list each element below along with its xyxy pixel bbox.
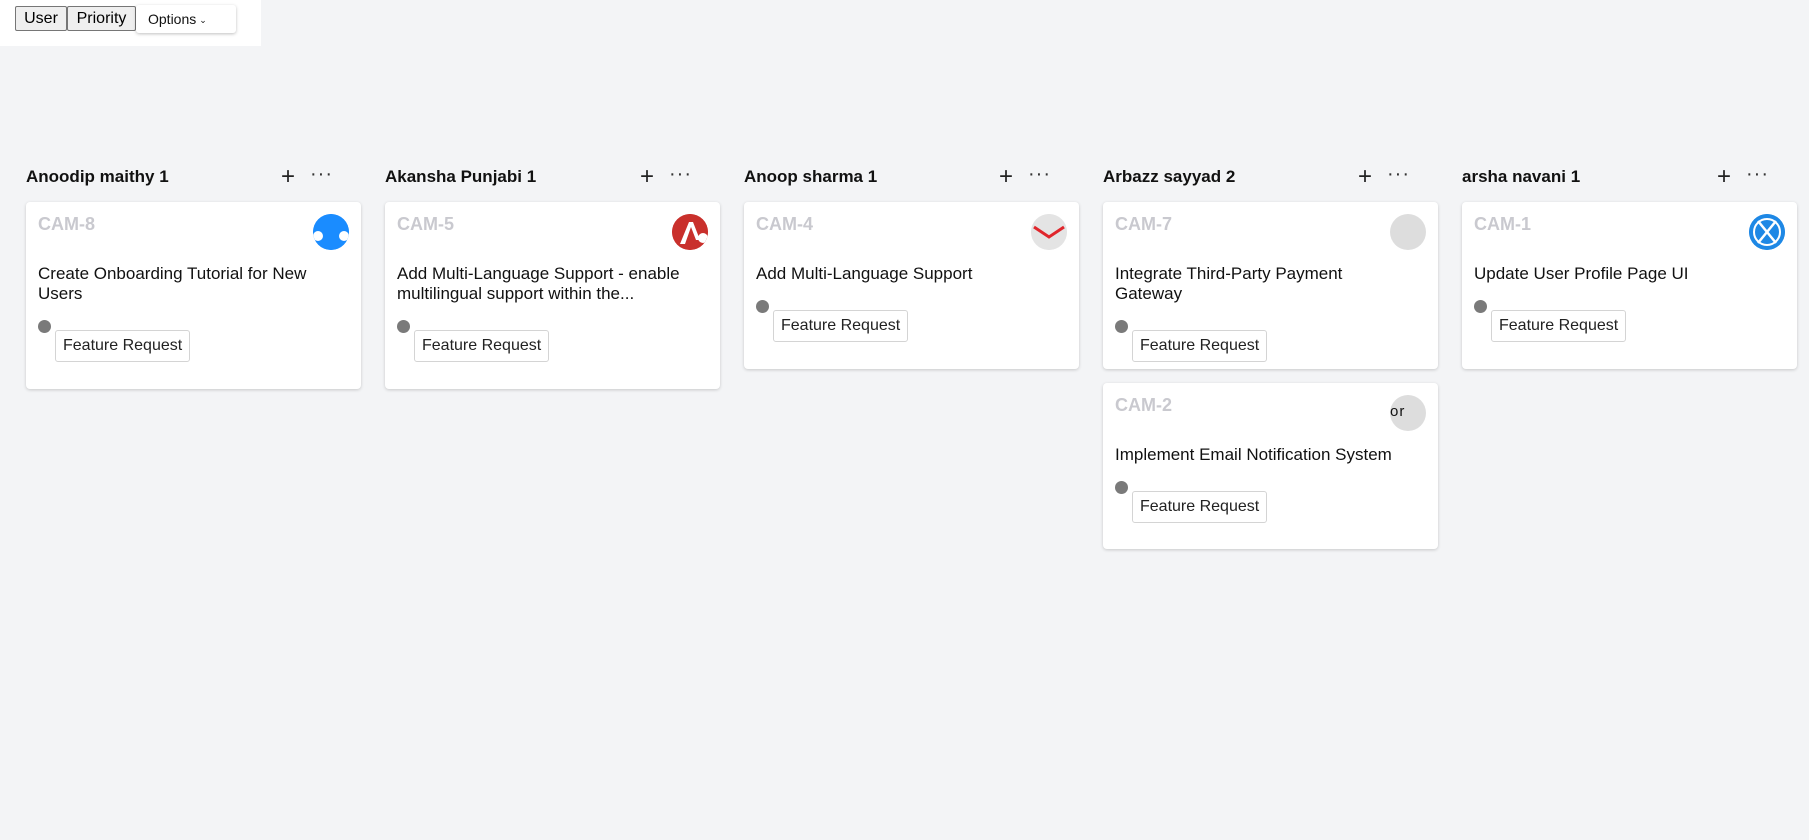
column-header: Arbazz sayyad 2 + ··· [1103,160,1438,194]
column-title: Anoop sharma 1 [744,167,877,187]
task-card[interactable]: CAM-5 Add Multi-Language Support - enabl… [385,202,720,389]
column-header: Anoop sharma 1 + ··· [744,160,1079,194]
column-count: 2 [1225,167,1236,186]
kanban-board: Anoodip maithy 1 + ··· CAM-8 Create Onbo… [26,160,1797,549]
task-card[interactable]: CAM-1 Update User Profile Page UI Featur… [1462,202,1797,369]
card-title: Add Multi-Language Support - enable mult… [397,264,680,303]
card-id: CAM-8 [38,214,95,234]
grey-avatar [1390,214,1426,250]
card-title: Implement Email Notification System [1115,445,1392,464]
card-id: CAM-2 [1115,395,1172,415]
column-header: Akansha Punjabi 1 + ··· [385,160,720,194]
chevron-down-icon: ⌄ [199,15,207,25]
mail-logo-avatar [1031,214,1067,250]
group-by-priority-button[interactable]: Priority [67,6,136,31]
group-by-user-button[interactable]: User [15,6,67,31]
more-options-icon[interactable]: ··· [1028,160,1051,188]
column-header: Anoodip maithy 1 + ··· [26,160,361,194]
card-tag: Feature Request [55,330,191,362]
priority-dot-icon [1474,300,1487,313]
red-logo-avatar [672,214,708,250]
blue-cloud-avatar [313,214,349,250]
column-header: arsha navani 1 + ··· [1462,160,1797,194]
column-name: Anoop sharma [744,167,864,186]
add-card-icon[interactable]: + [640,163,654,191]
card-tag: Feature Request [773,310,909,342]
priority-dot-icon [1115,320,1128,333]
card-tag: Feature Request [414,330,550,362]
column-title: Akansha Punjabi 1 [385,167,536,187]
more-options-icon[interactable]: ··· [310,160,333,188]
column-title: Arbazz sayyad 2 [1103,167,1235,187]
x-logo-avatar [1749,214,1785,250]
column-akansha-punjabi: Akansha Punjabi 1 + ··· CAM-5 Add Multi-… [385,160,720,549]
task-card[interactable]: CAM-8 Create Onboarding Tutorial for New… [26,202,361,389]
card-id: CAM-7 [1115,214,1172,234]
column-name: Akansha Punjabi [385,167,522,186]
card-tag: Feature Request [1132,330,1268,362]
column-anoop-sharma: Anoop sharma 1 + ··· CAM-4 Add Multi-Lan… [744,160,1079,549]
card-title: Integrate Third-Party Payment Gateway [1115,264,1343,303]
card-id: CAM-5 [397,214,454,234]
column-name: Arbazz sayyad [1103,167,1222,186]
priority-dot-icon [756,300,769,313]
more-options-icon[interactable]: ··· [1387,160,1410,188]
task-card[interactable]: CAM-7 Integrate Third-Party Payment Gate… [1103,202,1438,369]
column-anoodip-maithy: Anoodip maithy 1 + ··· CAM-8 Create Onbo… [26,160,361,549]
priority-dot-icon [1115,481,1128,494]
priority-dot-icon [397,320,410,333]
options-label: Options [148,11,197,27]
card-title: Update User Profile Page UI [1474,264,1689,283]
add-card-icon[interactable]: + [1717,163,1731,191]
toolbar: User Priority Options ⌄ [0,0,261,46]
column-count: 1 [1570,167,1581,186]
card-title: Create Onboarding Tutorial for New Users [38,264,307,303]
add-card-icon[interactable]: + [1358,163,1372,191]
more-options-icon[interactable]: ··· [669,160,692,188]
column-count: 1 [526,167,537,186]
column-count: 1 [867,167,878,186]
add-card-icon[interactable]: + [281,163,295,191]
card-title: Add Multi-Language Support [756,264,973,283]
priority-dot-icon [38,320,51,333]
column-name: arsha navani [1462,167,1566,186]
more-options-icon[interactable]: ··· [1746,160,1769,188]
card-id: CAM-4 [756,214,813,234]
task-card[interactable]: CAM-4 Add Multi-Language Support Feature… [744,202,1079,369]
column-title: arsha navani 1 [1462,167,1580,187]
avatar-text: or [1390,403,1406,420]
column-arsha-navani: arsha navani 1 + ··· CAM-1 Update User P… [1462,160,1797,549]
grey-text-avatar: or [1390,395,1426,431]
options-dropdown[interactable]: Options ⌄ [136,5,236,33]
task-card[interactable]: CAM-2 or Implement Email Notification Sy… [1103,383,1438,549]
column-name: Anoodip maithy [26,167,155,186]
column-arbazz-sayyad: Arbazz sayyad 2 + ··· CAM-7 Integrate Th… [1103,160,1438,549]
column-title: Anoodip maithy 1 [26,167,169,187]
card-tag: Feature Request [1132,491,1268,523]
card-tag: Feature Request [1491,310,1627,342]
column-count: 1 [159,167,169,186]
add-card-icon[interactable]: + [999,163,1013,191]
card-id: CAM-1 [1474,214,1531,234]
